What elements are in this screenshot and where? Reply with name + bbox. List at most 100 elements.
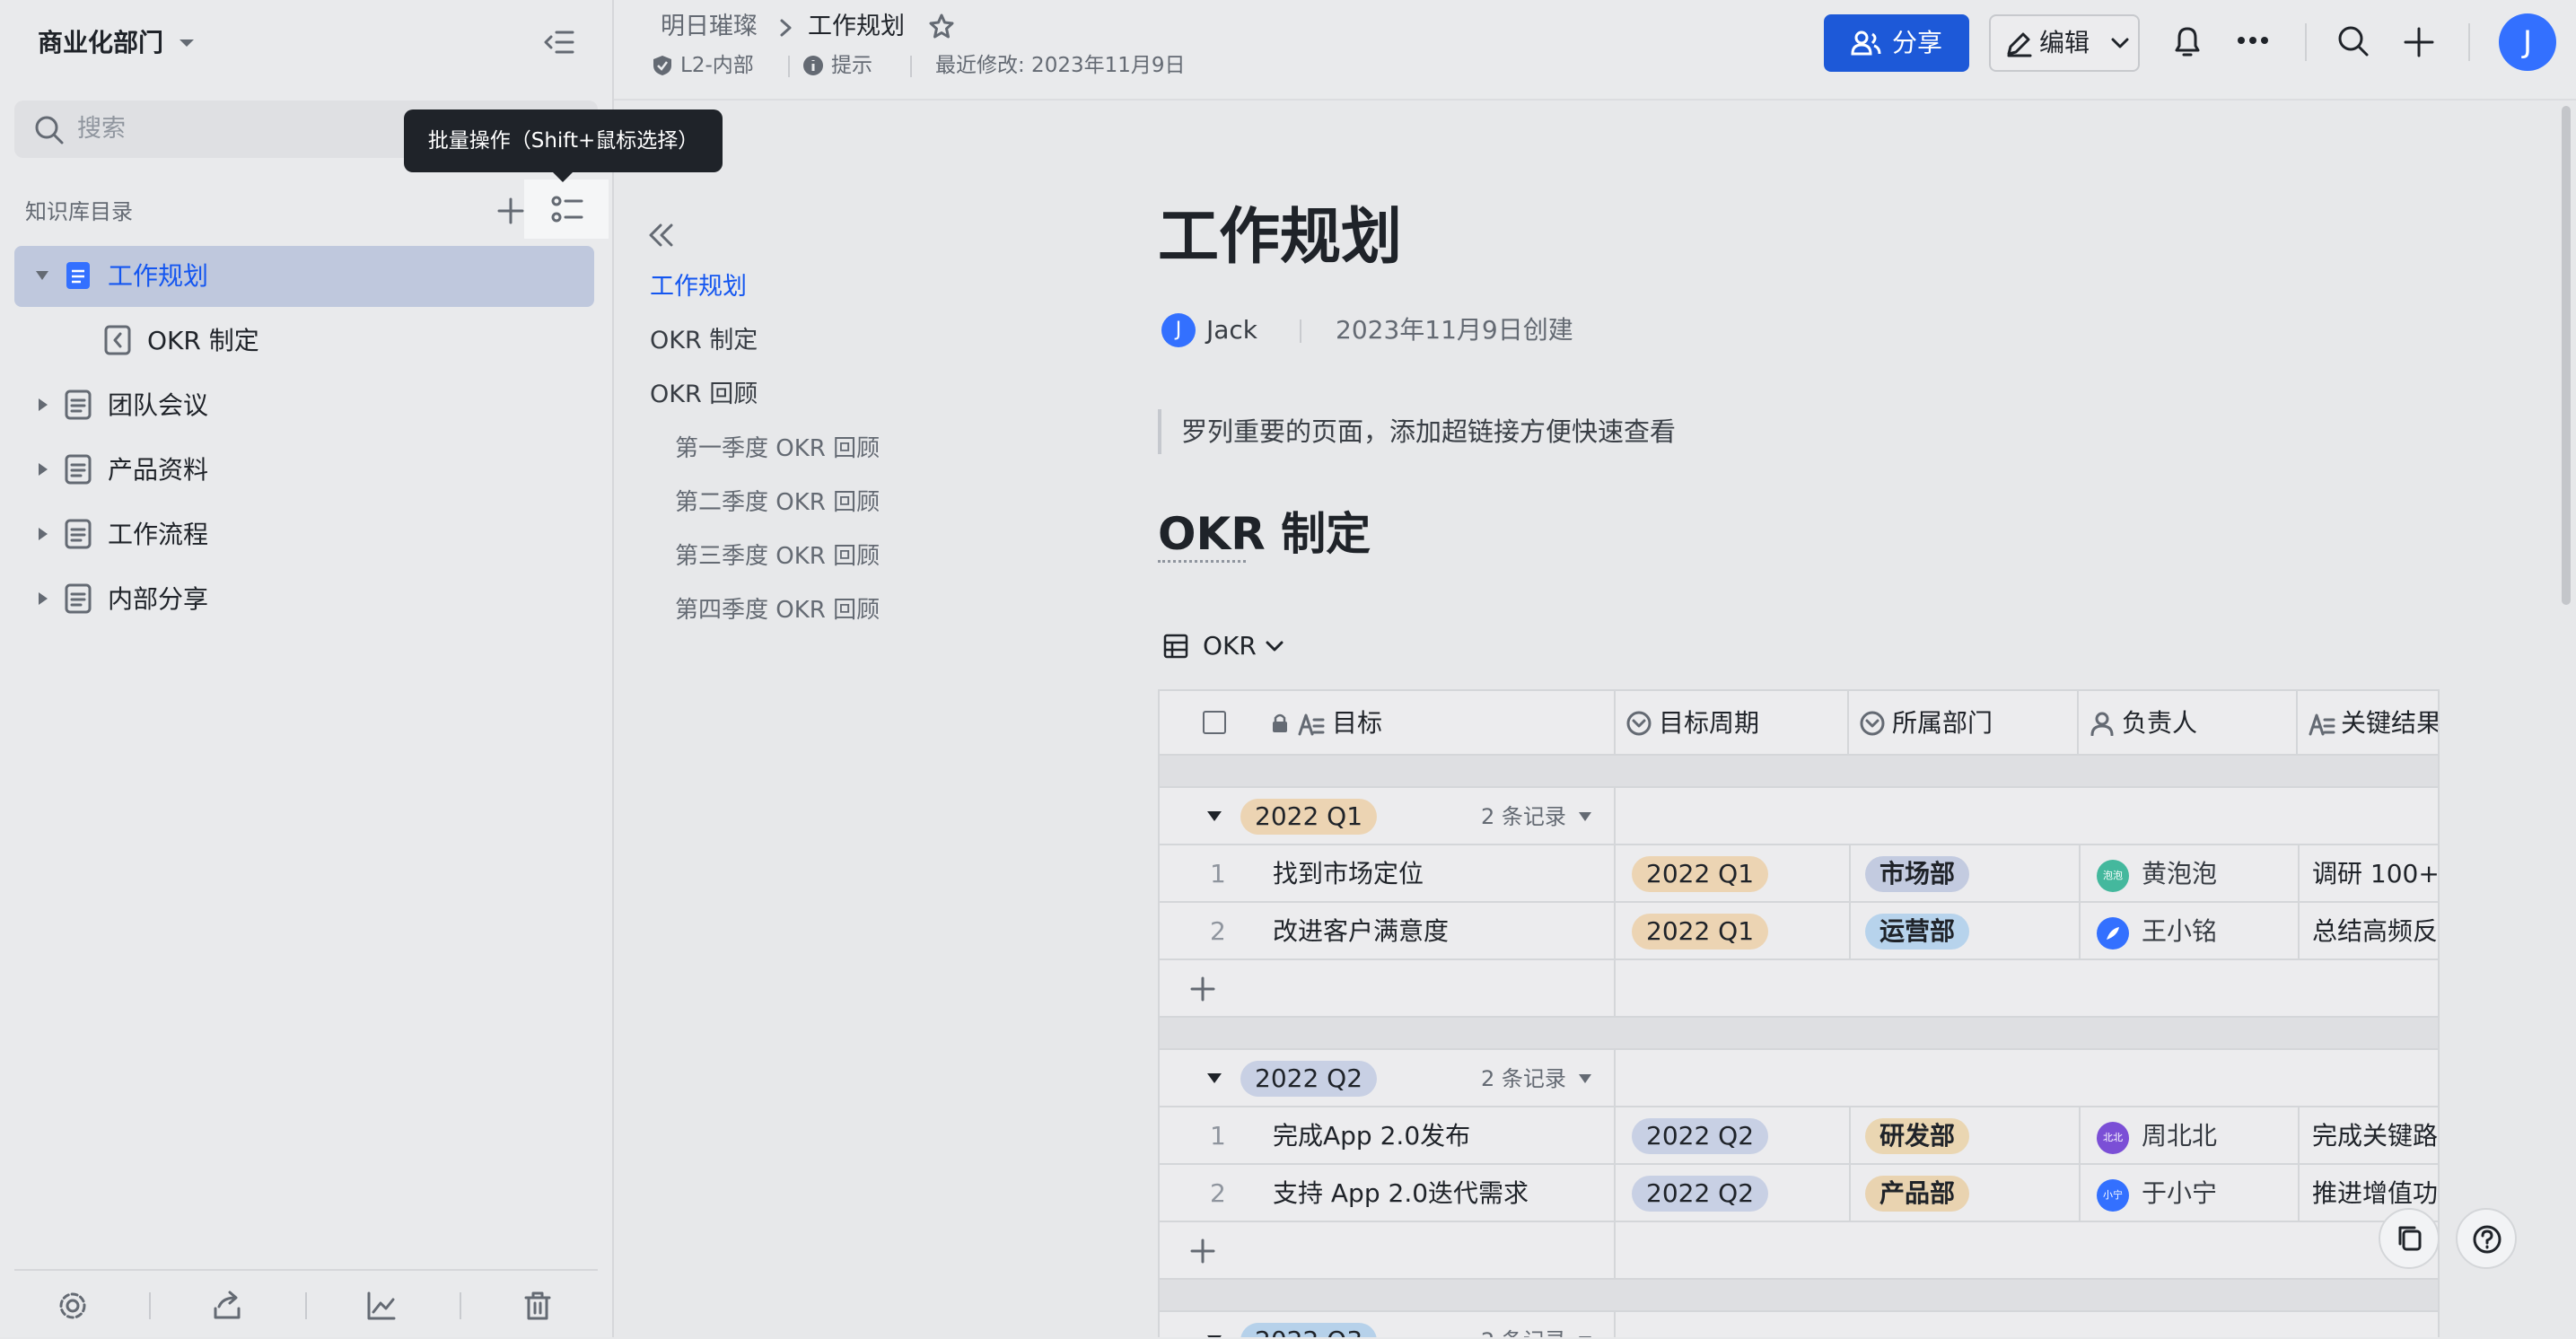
- hint-label[interactable]: 提示: [831, 50, 872, 81]
- caret-down-icon[interactable]: [34, 267, 50, 284]
- caret-down-icon[interactable]: [1206, 1334, 1222, 1337]
- column-header-key-result[interactable]: 关键结果: [2298, 691, 2438, 756]
- workspace-switcher[interactable]: 商业化部门: [38, 25, 194, 61]
- key-result-cell[interactable]: 总结高频反馈: [2312, 903, 2438, 958]
- outline-item-okr-review[interactable]: OKR 回顾: [650, 379, 758, 411]
- goal-cell[interactable]: 找到市场定位: [1273, 845, 1424, 901]
- add-row-icon[interactable]: [1190, 1238, 1215, 1264]
- caret-down-icon[interactable]: [1206, 810, 1222, 822]
- group-header-q3[interactable]: 2022 Q3 2 条记录: [1160, 1312, 2438, 1337]
- outline-item-work-plan[interactable]: 工作规划: [650, 271, 747, 303]
- select-all-checkbox[interactable]: [1203, 711, 1226, 734]
- caret-right-icon[interactable]: [34, 591, 50, 607]
- group-header-q1[interactable]: 2022 Q1 2 条记录: [1160, 788, 2438, 845]
- column-header-period[interactable]: 目标周期: [1616, 691, 1849, 756]
- sidebar-item-team-meeting[interactable]: 团队会议: [14, 375, 594, 436]
- column-header-dept[interactable]: 所属部门: [1849, 691, 2079, 756]
- owner-avatar: [2097, 917, 2129, 950]
- analytics-icon[interactable]: [366, 1291, 397, 1321]
- share-button[interactable]: 分享: [1824, 14, 1969, 72]
- settings-icon[interactable]: [57, 1291, 88, 1321]
- quote-block[interactable]: 罗列重要的页面，添加超链接方便快速查看: [1158, 409, 1676, 454]
- search-icon[interactable]: [2337, 25, 2370, 57]
- key-result-cell[interactable]: 完成关键路径: [2312, 1107, 2438, 1163]
- caret-down-icon[interactable]: [1206, 1072, 1222, 1084]
- dept-tag[interactable]: 运营部: [1865, 914, 1970, 950]
- more-icon[interactable]: [2237, 36, 2269, 45]
- owner-name[interactable]: 王小铭: [2142, 903, 2217, 958]
- outline-item-q3-review[interactable]: 第三季度 OKR 回顾: [675, 540, 880, 573]
- bell-icon[interactable]: [2172, 25, 2203, 59]
- outline-item-q4-review[interactable]: 第四季度 OKR 回顾: [675, 594, 880, 626]
- outline-item-q1-review[interactable]: 第一季度 OKR 回顾: [675, 433, 880, 465]
- trash-icon[interactable]: [522, 1291, 553, 1321]
- sidebar-item-work-plan[interactable]: 工作规划: [14, 246, 594, 307]
- period-tag[interactable]: 2022 Q2: [1632, 1118, 1769, 1154]
- table-row[interactable]: 2 支持 App 2.0迭代需求 2022 Q2 产品部 小宁 于小宁 推进增值…: [1160, 1165, 2438, 1222]
- breadcrumb-parent[interactable]: 明日璀璨: [661, 11, 758, 43]
- search-placeholder: 搜索: [77, 115, 126, 143]
- security-level[interactable]: L2-内部: [680, 50, 754, 81]
- caret-right-icon[interactable]: [34, 461, 50, 477]
- group-header-q2[interactable]: 2022 Q2 2 条记录: [1160, 1050, 2438, 1107]
- document-icon: [66, 262, 90, 289]
- star-icon[interactable]: [928, 13, 955, 39]
- goal-cell[interactable]: 支持 App 2.0迭代需求: [1273, 1165, 1529, 1221]
- user-avatar[interactable]: J: [2499, 13, 2556, 71]
- table-row[interactable]: 1 完成App 2.0发布 2022 Q2 研发部 北北 周北北 完成关键路径: [1160, 1107, 2438, 1165]
- copy-floating-button[interactable]: [2379, 1208, 2440, 1269]
- add-row[interactable]: [1160, 960, 2438, 1018]
- caret-down-icon[interactable]: [1578, 1073, 1592, 1084]
- owner-name[interactable]: 于小宁: [2142, 1165, 2217, 1221]
- knowledge-base-label: 知识库目录: [25, 199, 133, 224]
- row-number: 2: [1210, 916, 1226, 946]
- add-page-icon[interactable]: [497, 197, 524, 224]
- created-date: 2023年11月9日创建: [1336, 315, 1573, 345]
- caret-right-icon[interactable]: [34, 397, 50, 413]
- author-avatar[interactable]: J: [1161, 313, 1196, 347]
- page-title[interactable]: 工作规划: [1158, 197, 1402, 278]
- collapse-outline-icon[interactable]: [646, 223, 675, 248]
- key-result-cell[interactable]: 调研 100+ 行: [2312, 845, 2438, 901]
- dept-tag[interactable]: 产品部: [1865, 1176, 1970, 1212]
- period-tag[interactable]: 2022 Q1: [1632, 914, 1769, 950]
- section-heading[interactable]: OKR 制定: [1158, 503, 1371, 565]
- dept-tag[interactable]: 市场部: [1865, 856, 1970, 892]
- share-export-icon[interactable]: [212, 1291, 242, 1321]
- dept-tag[interactable]: 研发部: [1865, 1118, 1970, 1154]
- author-name[interactable]: Jack: [1206, 314, 1257, 346]
- outline-item-okr-setting[interactable]: OKR 制定: [650, 325, 758, 357]
- sidebar-item-workflow[interactable]: 工作流程: [14, 504, 594, 565]
- column-header-goal[interactable]: 目标: [1160, 691, 1616, 756]
- cell-divider: [1849, 1107, 1851, 1163]
- owner-name[interactable]: 周北北: [2142, 1107, 2217, 1163]
- goal-cell[interactable]: 改进客户满意度: [1273, 903, 1449, 958]
- outline-item-q2-review[interactable]: 第二季度 OKR 回顾: [675, 486, 880, 519]
- table-row[interactable]: 1 找到市场定位 2022 Q1 市场部 泡泡 黄泡泡 调研 100+ 行: [1160, 845, 2438, 903]
- sidebar-item-label: 工作流程: [108, 520, 209, 549]
- sidebar-item-internal-share[interactable]: 内部分享: [14, 569, 594, 630]
- breadcrumb-current[interactable]: 工作规划: [808, 11, 905, 43]
- period-tag[interactable]: 2022 Q2: [1632, 1176, 1769, 1212]
- edit-mode-button[interactable]: 编辑: [1989, 14, 2140, 72]
- help-button[interactable]: [2456, 1208, 2517, 1269]
- sidebar-item-label: 团队会议: [108, 390, 209, 420]
- row-number: 1: [1210, 859, 1226, 888]
- sidebar-item-product-docs[interactable]: 产品资料: [14, 440, 594, 501]
- caret-right-icon[interactable]: [34, 526, 50, 542]
- caret-down-icon[interactable]: [1578, 811, 1592, 822]
- batch-operation-button[interactable]: [524, 179, 609, 239]
- add-icon[interactable]: [2404, 27, 2434, 57]
- header-divider: [2305, 23, 2307, 61]
- period-tag[interactable]: 2022 Q1: [1632, 856, 1769, 892]
- add-row-icon[interactable]: [1190, 976, 1215, 1002]
- add-row[interactable]: [1160, 1222, 2438, 1280]
- owner-name[interactable]: 黄泡泡: [2142, 845, 2217, 901]
- doc-scrollbar[interactable]: [2562, 106, 2571, 605]
- owner-avatar: 小宁: [2097, 1179, 2129, 1212]
- sidebar-item-okr[interactable]: OKR 制定: [14, 311, 594, 372]
- goal-cell[interactable]: 完成App 2.0发布: [1273, 1107, 1470, 1163]
- column-header-owner[interactable]: 负责人: [2079, 691, 2298, 756]
- collapse-sidebar-icon[interactable]: [544, 29, 574, 56]
- table-row[interactable]: 2 改进客户满意度 2022 Q1 运营部 王小铭 总结高频反馈: [1160, 903, 2438, 960]
